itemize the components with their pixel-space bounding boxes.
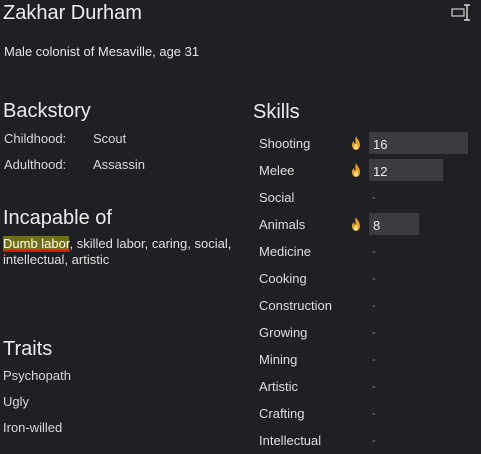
skill-level: -	[372, 300, 376, 312]
pawn-description: Male colonist of Mesaville, age 31	[4, 44, 200, 59]
flame-icon	[351, 163, 361, 177]
skill-level: 16	[373, 137, 388, 152]
skill-label: Shooting	[259, 136, 311, 151]
skill-row-crafting[interactable]: Crafting -	[259, 400, 479, 427]
backstory-title: Backstory	[3, 100, 91, 122]
skill-level: 8	[373, 218, 381, 233]
skill-label: Social	[259, 190, 295, 205]
childhood-value[interactable]: Scout	[93, 131, 126, 146]
skill-row-mining[interactable]: Mining -	[259, 346, 479, 373]
skill-label: Intellectual	[259, 433, 322, 448]
skill-level: -	[372, 273, 376, 285]
skill-label: Mining	[259, 352, 298, 367]
skill-label: Melee	[259, 163, 295, 178]
adulthood-label: Adulthood:	[4, 157, 67, 172]
incapable-list: Dumb labor, skilled labor, caring, socia…	[3, 236, 243, 268]
skill-level: -	[372, 327, 376, 339]
rename-icon[interactable]	[451, 3, 473, 21]
pawn-name: Zakhar Durham	[3, 2, 142, 24]
trait-item[interactable]: Psychopath	[3, 368, 71, 383]
trait-item[interactable]: Ugly	[3, 394, 29, 409]
flame-icon	[351, 217, 361, 231]
skill-level: -	[372, 354, 376, 366]
adulthood-value[interactable]: Assassin	[93, 157, 145, 172]
skill-label: Construction	[259, 298, 332, 313]
skill-row-artistic[interactable]: Artistic -	[259, 373, 479, 400]
skill-label: Growing	[259, 325, 308, 340]
skill-level: -	[372, 192, 376, 204]
skill-row-construction[interactable]: Construction -	[259, 292, 479, 319]
skill-row-cooking[interactable]: Cooking -	[259, 265, 479, 292]
skill-level: 12	[373, 164, 388, 179]
skill-row-melee[interactable]: Melee 12	[259, 157, 479, 184]
skill-row-growing[interactable]: Growing -	[259, 319, 479, 346]
skill-label: Artistic	[259, 379, 298, 394]
skill-label: Cooking	[259, 271, 307, 286]
skill-row-shooting[interactable]: Shooting 16	[259, 130, 479, 157]
incapable-title: Incapable of	[3, 207, 112, 229]
incapable-highlight: Dumb labor	[3, 236, 70, 251]
skill-label: Animals	[259, 217, 306, 232]
skill-level: -	[372, 246, 376, 258]
skills-title: Skills	[253, 101, 300, 123]
skill-row-intellectual[interactable]: Intellectual -	[259, 427, 479, 454]
childhood-label: Childhood:	[4, 131, 67, 146]
skill-row-social[interactable]: Social -	[259, 184, 479, 211]
skill-label: Crafting	[259, 406, 305, 421]
skill-level: -	[372, 435, 376, 447]
flame-icon	[351, 136, 361, 150]
traits-title: Traits	[3, 338, 53, 360]
skill-row-medicine[interactable]: Medicine -	[259, 238, 479, 265]
skill-label: Medicine	[259, 244, 312, 259]
skill-level: -	[372, 408, 376, 420]
trait-item[interactable]: Iron-willed	[3, 420, 62, 435]
skill-row-animals[interactable]: Animals 8	[259, 211, 479, 238]
skill-level: -	[372, 381, 376, 393]
